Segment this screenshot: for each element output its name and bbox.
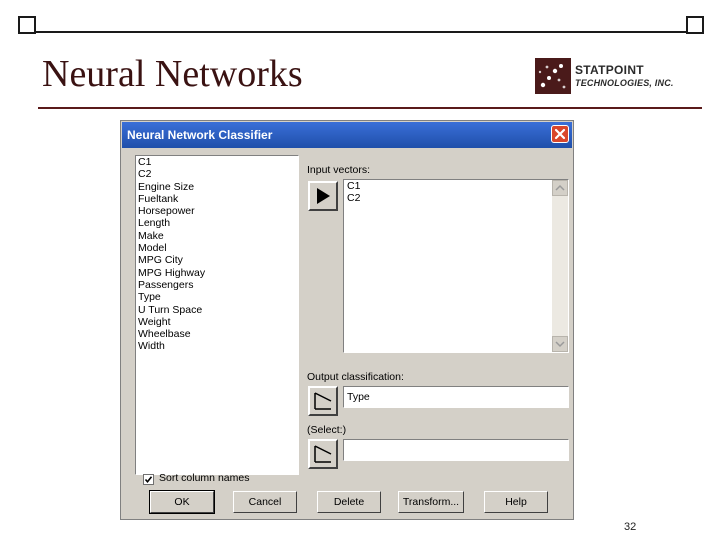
output-classification-label: Output classification: (307, 371, 404, 383)
help-button[interactable]: Help (484, 491, 548, 513)
ramp-arrow-icon (314, 445, 332, 463)
variable-list-item[interactable]: C2 (136, 168, 298, 180)
input-vectors-scrollbar[interactable] (552, 180, 568, 352)
variable-list-item[interactable]: Horsepower (136, 205, 298, 217)
variable-list-item[interactable]: Make (136, 230, 298, 242)
variable-list-item[interactable]: Fueltank (136, 193, 298, 205)
dialog-titlebar[interactable]: Neural Network Classifier (122, 122, 572, 148)
close-button[interactable] (551, 125, 569, 143)
output-classification-field[interactable]: Type (343, 386, 569, 408)
select-label: (Select:) (307, 424, 347, 436)
transform-button[interactable]: Transform... (398, 491, 464, 513)
variable-list-item[interactable]: Length (136, 217, 298, 229)
chevron-down-icon (555, 341, 565, 348)
variable-list-item[interactable]: Width (136, 340, 298, 352)
output-arrow-button[interactable] (308, 386, 338, 416)
variable-list-item[interactable]: C1 (136, 156, 298, 168)
checkmark-icon (144, 476, 153, 484)
logo-mark-icon (535, 58, 571, 94)
corner-square-left (18, 16, 36, 34)
sort-column-names-checkbox[interactable] (143, 474, 154, 485)
play-arrow-icon (317, 188, 330, 204)
input-vector-item[interactable]: C2 (344, 192, 568, 204)
variable-list-item[interactable]: MPG Highway (136, 267, 298, 279)
variable-list-item[interactable]: Passengers (136, 279, 298, 291)
input-vectors-arrow-button[interactable] (308, 181, 338, 211)
variable-list-item[interactable]: MPG City (136, 254, 298, 266)
input-vectors-label: Input vectors: (307, 164, 371, 176)
variable-list-item[interactable]: Type (136, 291, 298, 303)
corner-square-right (686, 16, 704, 34)
input-vectors-list[interactable]: C1 C2 (343, 179, 569, 353)
slide-title: Neural Networks (42, 53, 303, 95)
variable-list[interactable]: C1 C2 Engine Size Fueltank Horsepower Length M… (135, 155, 299, 475)
delete-button[interactable]: Delete (317, 491, 381, 513)
scroll-down-button[interactable] (552, 336, 568, 352)
ok-button[interactable]: OK (149, 490, 215, 514)
top-rule (18, 31, 702, 33)
variable-list-item[interactable]: Model (136, 242, 298, 254)
select-arrow-button[interactable] (308, 439, 338, 469)
ramp-arrow-icon (314, 392, 332, 410)
close-icon (554, 128, 566, 140)
statpoint-logo: STATPOINT TECHNOLOGIES, INC. (535, 58, 703, 98)
variable-list-item[interactable]: U Turn Space (136, 304, 298, 316)
input-vector-item[interactable]: C1 (344, 180, 568, 192)
variable-list-item[interactable]: Wheelbase (136, 328, 298, 340)
page-number: 32 (624, 521, 637, 533)
neural-network-dialog: Neural Network Classifier C1 C2 Engine Siz… (120, 120, 574, 520)
sort-column-names-label: Sort column names (159, 472, 250, 484)
variable-list-item[interactable]: Weight (136, 316, 298, 328)
cancel-button[interactable]: Cancel (233, 491, 297, 513)
chevron-up-icon (555, 184, 565, 191)
logo-text-line1: STATPOINT (575, 63, 644, 77)
variable-list-item[interactable]: Engine Size (136, 181, 298, 193)
title-rule (38, 107, 702, 109)
select-field[interactable] (343, 439, 569, 461)
dialog-title: Neural Network Classifier (127, 128, 273, 142)
logo-text-line2: TECHNOLOGIES, INC. (575, 78, 674, 88)
scroll-up-button[interactable] (552, 180, 568, 196)
